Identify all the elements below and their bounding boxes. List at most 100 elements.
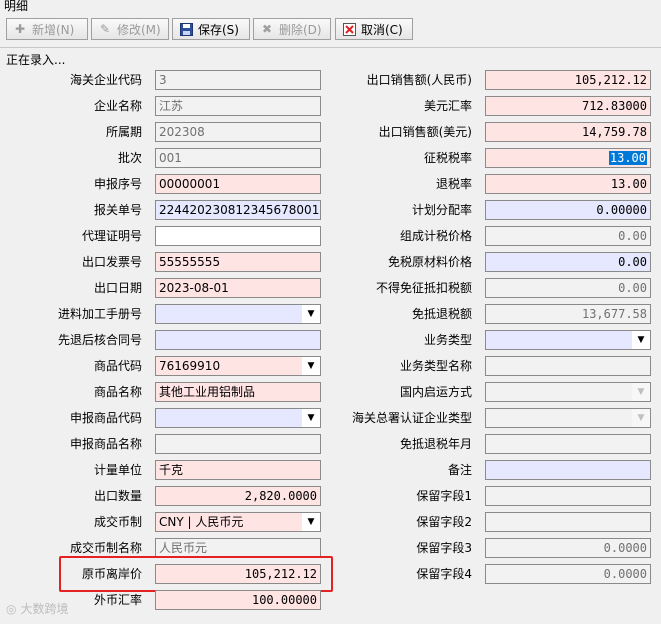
sales-usd-field[interactable]: 14,759.78	[485, 122, 651, 142]
fx-rate-field[interactable]: 100.00000	[155, 590, 321, 610]
product-code-value: 76169910	[159, 359, 221, 373]
chevron-down-icon[interactable]: ▼	[632, 383, 650, 401]
unit-field[interactable]: 千克	[155, 460, 321, 480]
sales-usd-label: 出口销售额(美元)	[378, 125, 472, 139]
edit-icon: ✎	[99, 22, 111, 36]
company-name-label: 企业名称	[93, 99, 142, 113]
currency-name-field[interactable]: 人民币元	[155, 538, 321, 558]
chevron-down-icon[interactable]: ▼	[302, 357, 320, 375]
customs-cert-type-select[interactable]: ▼	[485, 408, 651, 428]
save-button[interactable]: 保存(S)	[172, 18, 250, 40]
composite-price-field[interactable]: 0.00	[485, 226, 651, 246]
biz-type-name-field[interactable]	[485, 356, 651, 376]
decl-seq-label: 申报序号	[93, 177, 142, 191]
currency-select[interactable]: CNY | 人民币元 ▼	[155, 512, 321, 532]
remark-label: 备注	[447, 463, 472, 477]
customs-decl-no-label: 报关单号	[93, 203, 142, 217]
customs-cert-type-label: 海关总署认证企业类型	[351, 411, 472, 425]
levy-rate-label: 征税税率	[423, 151, 472, 165]
toolbar: ✚ 新增(N) ✎ 修改(M) 保存(S) ✖ 删除(D) 取消(C)	[0, 15, 661, 48]
reserve4-field[interactable]: 0.0000	[485, 564, 651, 584]
invoice-no-field[interactable]: 55555555	[155, 252, 321, 272]
customs-code-label: 海关企业代码	[69, 73, 142, 87]
agent-cert-field[interactable]	[155, 226, 321, 246]
plus-icon: ✚	[14, 22, 26, 36]
currency-value: CNY | 人民币元	[159, 515, 244, 529]
decl-product-code-select[interactable]: ▼	[155, 408, 321, 428]
reserve3-label: 保留字段3	[416, 541, 472, 555]
export-qty-field[interactable]: 2,820.0000	[155, 486, 321, 506]
levy-rate-field[interactable]: 13.00	[485, 148, 651, 168]
product-name-field[interactable]: 其他工业用铝制品	[155, 382, 321, 402]
decl-product-name-label: 申报商品名称	[69, 437, 142, 451]
refund-rate-field[interactable]: 13.00	[485, 174, 651, 194]
reserve3-field[interactable]: 0.0000	[485, 538, 651, 558]
add-button[interactable]: ✚ 新增(N)	[6, 18, 88, 40]
edit-button[interactable]: ✎ 修改(M)	[91, 18, 169, 40]
non-deductible-field[interactable]: 0.00	[485, 278, 651, 298]
biz-type-select[interactable]: ▼	[485, 330, 651, 350]
currency-name-label: 成交币制名称	[69, 541, 142, 555]
chevron-down-icon[interactable]: ▼	[632, 409, 650, 427]
sales-cny-field[interactable]: 105,212.12	[485, 70, 651, 90]
shipment-mode-select[interactable]: ▼	[485, 382, 651, 402]
refund-contract-label: 先退后核合同号	[57, 333, 142, 347]
alloc-rate-field[interactable]: 0.00000	[485, 200, 651, 220]
exempt-material-field[interactable]: 0.00	[485, 252, 651, 272]
cancel-button-label: 取消(C)	[361, 22, 403, 37]
sales-cny-label: 出口销售额(人民币)	[366, 73, 472, 87]
chevron-down-icon[interactable]: ▼	[302, 409, 320, 427]
delete-button[interactable]: ✖ 删除(D)	[253, 18, 331, 40]
edit-button-label: 修改(M)	[117, 22, 161, 37]
alloc-rate-label: 计划分配率	[411, 203, 472, 217]
levy-rate-selected-text: 13.00	[608, 151, 647, 165]
export-date-label: 出口日期	[93, 281, 142, 295]
refund-month-field[interactable]	[485, 434, 651, 454]
window-title: 明细	[4, 0, 29, 13]
biz-type-name-label: 业务类型名称	[399, 359, 472, 373]
customs-code-field[interactable]: 3	[155, 70, 321, 90]
product-name-label: 商品名称	[93, 385, 142, 399]
status-text: 正在录入...	[6, 53, 66, 67]
highlight-box	[59, 556, 333, 592]
save-button-label: 保存(S)	[198, 22, 239, 37]
usd-rate-label: 美元汇率	[423, 99, 472, 113]
customs-decl-no-field[interactable]: 224420230812345678001	[155, 200, 321, 220]
exempt-refund-field[interactable]: 13,677.58	[485, 304, 651, 324]
add-button-label: 新增(N)	[32, 22, 75, 37]
decl-product-code-label: 申报商品代码	[69, 411, 142, 425]
reserve2-field[interactable]	[485, 512, 651, 532]
chevron-down-icon[interactable]: ▼	[302, 305, 320, 323]
export-qty-label: 出口数量	[93, 489, 142, 503]
decl-seq-field[interactable]: 00000001	[155, 174, 321, 194]
watermark: ◎ 大数跨境	[6, 600, 69, 617]
refund-contract-field[interactable]	[155, 330, 321, 350]
exempt-refund-label: 免抵退税额	[411, 307, 472, 321]
cancel-button[interactable]: 取消(C)	[335, 18, 413, 40]
reserve4-label: 保留字段4	[416, 567, 472, 581]
usd-rate-field[interactable]: 712.83000	[485, 96, 651, 116]
product-code-select[interactable]: 76169910 ▼	[155, 356, 321, 376]
exempt-material-label: 免税原材料价格	[387, 255, 472, 269]
floppy-disk-icon	[179, 22, 193, 36]
processing-manual-select[interactable]: ▼	[155, 304, 321, 324]
decl-product-name-field[interactable]	[155, 434, 321, 454]
period-label: 所属期	[105, 125, 142, 139]
reserve1-label: 保留字段1	[416, 489, 472, 503]
reserve1-field[interactable]	[485, 486, 651, 506]
unit-label: 计量单位	[93, 463, 142, 477]
period-field[interactable]: 202308	[155, 122, 321, 142]
chevron-down-icon[interactable]: ▼	[632, 331, 650, 349]
refund-rate-label: 退税率	[435, 177, 472, 191]
chevron-down-icon[interactable]: ▼	[302, 513, 320, 531]
batch-field[interactable]: 001	[155, 148, 321, 168]
composite-price-label: 组成计税价格	[399, 229, 472, 243]
watermark-logo-icon: ◎	[6, 601, 17, 616]
cancel-icon	[342, 22, 356, 36]
remark-field[interactable]	[485, 460, 651, 480]
window-title-bar: 明细	[0, 0, 661, 14]
company-name-field[interactable]: 江苏	[155, 96, 321, 116]
reserve2-label: 保留字段2	[416, 515, 472, 529]
export-date-field[interactable]: 2023-08-01	[155, 278, 321, 298]
invoice-no-label: 出口发票号	[81, 255, 142, 269]
